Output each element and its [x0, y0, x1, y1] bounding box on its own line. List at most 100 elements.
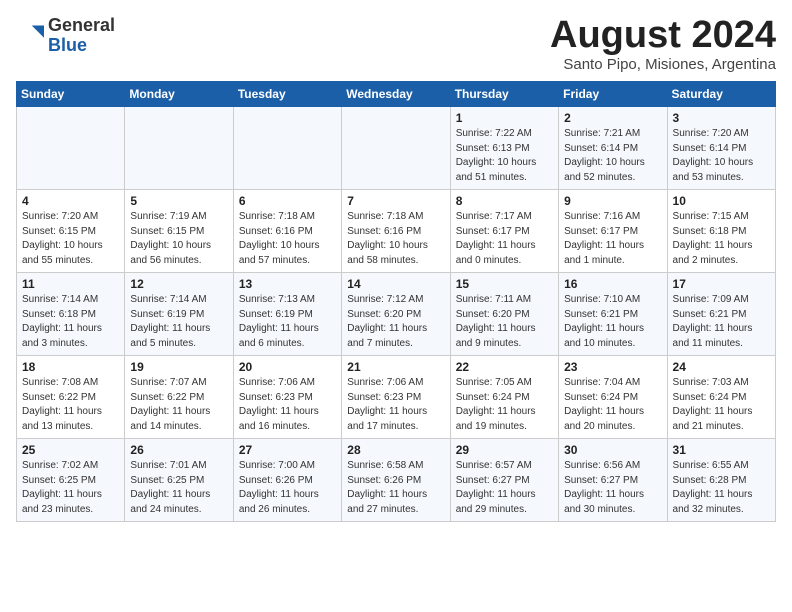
logo-text: General Blue	[48, 16, 115, 56]
calendar-cell: 15Sunrise: 7:11 AM Sunset: 6:20 PM Dayli…	[450, 273, 558, 356]
day-number: 6	[239, 194, 336, 208]
day-info: Sunrise: 7:11 AM Sunset: 6:20 PM Dayligh…	[456, 293, 553, 351]
calendar-week-row: 11Sunrise: 7:14 AM Sunset: 6:18 PM Dayli…	[17, 273, 776, 356]
day-number: 11	[22, 277, 119, 291]
calendar-cell	[342, 107, 450, 190]
day-info: Sunrise: 7:02 AM Sunset: 6:25 PM Dayligh…	[22, 459, 119, 517]
calendar-cell: 1 Sunrise: 7:22 AM Sunset: 6:13 PM Daylig…	[450, 107, 558, 190]
calendar-cell: 11Sunrise: 7:14 AM Sunset: 6:18 PM Dayli…	[17, 273, 125, 356]
day-info: Sunrise: 7:19 AM Sunset: 6:15 PM Dayligh…	[130, 210, 227, 268]
day-info: Sunrise: 7:22 AM Sunset: 6:13 PM Dayligh…	[456, 127, 553, 185]
day-info: Sunrise: 7:05 AM Sunset: 6:24 PM Dayligh…	[456, 376, 553, 434]
day-info: Sunrise: 7:14 AM Sunset: 6:19 PM Dayligh…	[130, 293, 227, 351]
calendar-cell: 23 Sunrise: 7:04 AM Sunset: 6:24 PM Dayli…	[559, 356, 667, 439]
calendar-cell: 30Sunrise: 6:56 AM Sunset: 6:27 PM Dayli…	[559, 439, 667, 522]
day-number: 27	[239, 443, 336, 457]
day-info: Sunrise: 7:09 AM Sunset: 6:21 PM Dayligh…	[673, 293, 770, 351]
calendar-cell: 8Sunrise: 7:17 AM Sunset: 6:17 PM Daylig…	[450, 190, 558, 273]
weekday-header: Wednesday	[342, 82, 450, 107]
day-info: Sunrise: 7:13 AM Sunset: 6:19 PM Dayligh…	[239, 293, 336, 351]
calendar-cell: 22 Sunrise: 7:05 AM Sunset: 6:24 PM Dayli…	[450, 356, 558, 439]
logo-general: General	[48, 15, 115, 35]
day-number: 31	[673, 443, 770, 457]
calendar-week-row: 18 Sunrise: 7:08 AM Sunset: 6:22 PM Dayli…	[17, 356, 776, 439]
day-info: Sunrise: 7:20 AM Sunset: 6:14 PM Dayligh…	[673, 127, 770, 185]
calendar-cell: 5 Sunrise: 7:19 AM Sunset: 6:15 PM Daylig…	[125, 190, 233, 273]
day-info: Sunrise: 7:00 AM Sunset: 6:26 PM Dayligh…	[239, 459, 336, 517]
calendar-week-row: 4Sunrise: 7:20 AM Sunset: 6:15 PM Daylig…	[17, 190, 776, 273]
calendar-cell: 26Sunrise: 7:01 AM Sunset: 6:25 PM Dayli…	[125, 439, 233, 522]
calendar-cell: 12 Sunrise: 7:14 AM Sunset: 6:19 PM Dayli…	[125, 273, 233, 356]
day-info: Sunrise: 7:07 AM Sunset: 6:22 PM Dayligh…	[130, 376, 227, 434]
day-number: 12	[130, 277, 227, 291]
calendar-cell: 19 Sunrise: 7:07 AM Sunset: 6:22 PM Dayli…	[125, 356, 233, 439]
day-info: Sunrise: 7:18 AM Sunset: 6:16 PM Dayligh…	[239, 210, 336, 268]
logo: General Blue	[16, 16, 115, 56]
calendar-cell: 29 Sunrise: 6:57 AM Sunset: 6:27 PM Dayli…	[450, 439, 558, 522]
day-number: 23	[564, 360, 661, 374]
day-info: Sunrise: 6:55 AM Sunset: 6:28 PM Dayligh…	[673, 459, 770, 517]
calendar-cell: 20 Sunrise: 7:06 AM Sunset: 6:23 PM Dayli…	[233, 356, 341, 439]
calendar-cell: 16Sunrise: 7:10 AM Sunset: 6:21 PM Dayli…	[559, 273, 667, 356]
day-number: 26	[130, 443, 227, 457]
day-number: 21	[347, 360, 444, 374]
day-info: Sunrise: 7:15 AM Sunset: 6:18 PM Dayligh…	[673, 210, 770, 268]
day-number: 3	[673, 111, 770, 125]
calendar-week-row: 25Sunrise: 7:02 AM Sunset: 6:25 PM Dayli…	[17, 439, 776, 522]
day-info: Sunrise: 7:06 AM Sunset: 6:23 PM Dayligh…	[239, 376, 336, 434]
day-info: Sunrise: 7:10 AM Sunset: 6:21 PM Dayligh…	[564, 293, 661, 351]
calendar-cell: 18 Sunrise: 7:08 AM Sunset: 6:22 PM Dayli…	[17, 356, 125, 439]
title-block: August 2024 Santo Pipo, Misiones, Argent…	[550, 16, 776, 73]
calendar-cell: 6 Sunrise: 7:18 AM Sunset: 6:16 PM Daylig…	[233, 190, 341, 273]
calendar-cell	[233, 107, 341, 190]
calendar-cell: 7Sunrise: 7:18 AM Sunset: 6:16 PM Daylig…	[342, 190, 450, 273]
logo-icon	[16, 22, 44, 50]
day-number: 14	[347, 277, 444, 291]
day-number: 18	[22, 360, 119, 374]
calendar-cell: 13 Sunrise: 7:13 AM Sunset: 6:19 PM Dayli…	[233, 273, 341, 356]
day-number: 13	[239, 277, 336, 291]
calendar-cell	[17, 107, 125, 190]
calendar-cell: 25Sunrise: 7:02 AM Sunset: 6:25 PM Dayli…	[17, 439, 125, 522]
day-number: 5	[130, 194, 227, 208]
calendar-cell: 2 Sunrise: 7:21 AM Sunset: 6:14 PM Daylig…	[559, 107, 667, 190]
calendar-cell: 3 Sunrise: 7:20 AM Sunset: 6:14 PM Daylig…	[667, 107, 775, 190]
day-number: 22	[456, 360, 553, 374]
day-number: 19	[130, 360, 227, 374]
calendar-cell: 4Sunrise: 7:20 AM Sunset: 6:15 PM Daylig…	[17, 190, 125, 273]
day-info: Sunrise: 7:08 AM Sunset: 6:22 PM Dayligh…	[22, 376, 119, 434]
calendar-cell: 10 Sunrise: 7:15 AM Sunset: 6:18 PM Dayli…	[667, 190, 775, 273]
calendar-title: August 2024	[550, 16, 776, 54]
day-number: 8	[456, 194, 553, 208]
day-number: 10	[673, 194, 770, 208]
day-info: Sunrise: 7:06 AM Sunset: 6:23 PM Dayligh…	[347, 376, 444, 434]
day-info: Sunrise: 7:21 AM Sunset: 6:14 PM Dayligh…	[564, 127, 661, 185]
weekday-header-row: SundayMondayTuesdayWednesdayThursdayFrid…	[17, 82, 776, 107]
weekday-header: Tuesday	[233, 82, 341, 107]
page-header: General Blue August 2024 Santo Pipo, Mis…	[16, 16, 776, 73]
day-number: 2	[564, 111, 661, 125]
calendar-cell: 9Sunrise: 7:16 AM Sunset: 6:17 PM Daylig…	[559, 190, 667, 273]
day-info: Sunrise: 7:04 AM Sunset: 6:24 PM Dayligh…	[564, 376, 661, 434]
day-number: 29	[456, 443, 553, 457]
day-info: Sunrise: 6:56 AM Sunset: 6:27 PM Dayligh…	[564, 459, 661, 517]
calendar-cell: 31 Sunrise: 6:55 AM Sunset: 6:28 PM Dayli…	[667, 439, 775, 522]
day-number: 9	[564, 194, 661, 208]
day-number: 1	[456, 111, 553, 125]
day-number: 28	[347, 443, 444, 457]
calendar-cell: 21 Sunrise: 7:06 AM Sunset: 6:23 PM Dayli…	[342, 356, 450, 439]
day-number: 4	[22, 194, 119, 208]
calendar-cell: 14 Sunrise: 7:12 AM Sunset: 6:20 PM Dayli…	[342, 273, 450, 356]
day-info: Sunrise: 7:03 AM Sunset: 6:24 PM Dayligh…	[673, 376, 770, 434]
calendar-cell: 27 Sunrise: 7:00 AM Sunset: 6:26 PM Dayli…	[233, 439, 341, 522]
day-info: Sunrise: 7:12 AM Sunset: 6:20 PM Dayligh…	[347, 293, 444, 351]
day-number: 20	[239, 360, 336, 374]
weekday-header: Sunday	[17, 82, 125, 107]
calendar-cell: 24Sunrise: 7:03 AM Sunset: 6:24 PM Dayli…	[667, 356, 775, 439]
calendar-subtitle: Santo Pipo, Misiones, Argentina	[550, 56, 776, 73]
calendar-cell: 28Sunrise: 6:58 AM Sunset: 6:26 PM Dayli…	[342, 439, 450, 522]
weekday-header: Thursday	[450, 82, 558, 107]
day-info: Sunrise: 7:18 AM Sunset: 6:16 PM Dayligh…	[347, 210, 444, 268]
day-info: Sunrise: 6:57 AM Sunset: 6:27 PM Dayligh…	[456, 459, 553, 517]
calendar-cell: 17Sunrise: 7:09 AM Sunset: 6:21 PM Dayli…	[667, 273, 775, 356]
